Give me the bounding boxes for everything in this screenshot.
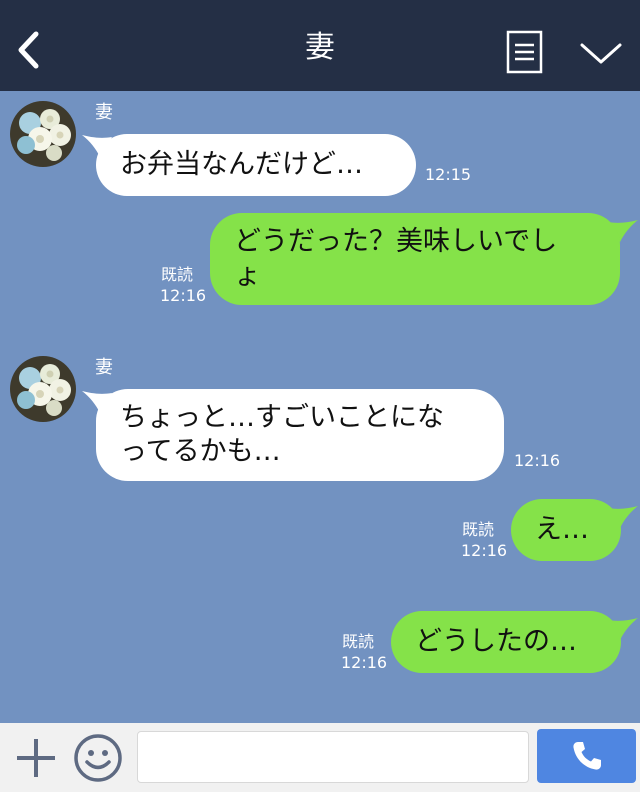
phone-icon — [573, 742, 601, 770]
sender-name: 妻 — [95, 357, 113, 378]
message-time: 12:15 — [425, 165, 472, 184]
chat-title: 妻 — [305, 30, 335, 65]
plus-icon — [17, 739, 55, 777]
message-time: 12:16 — [461, 541, 508, 560]
rose-bouquet-avatar-icon — [10, 101, 76, 167]
message-time: 12:16 — [514, 451, 561, 470]
chat-header: 妻 — [0, 0, 640, 91]
read-receipt: 既読 — [462, 520, 495, 539]
message-bubble-incoming[interactable]: ちょっと…すごいことにな ってるかも… — [96, 389, 504, 481]
chevron-down-icon — [580, 43, 622, 64]
menu-button[interactable] — [506, 30, 544, 74]
call-button[interactable] — [537, 729, 636, 783]
read-receipt: 既読 — [161, 265, 194, 284]
message-bubble-outgoing[interactable]: え… — [511, 499, 621, 561]
message-bubble-incoming[interactable]: お弁当なんだけど… — [96, 134, 416, 196]
message-bubble-outgoing[interactable]: どうしたの… — [391, 611, 621, 673]
message-time: 12:16 — [160, 286, 207, 305]
avatar[interactable] — [10, 101, 76, 167]
message-text: ちょっと…すごいことにな ってるかも… — [120, 402, 444, 467]
chat-area[interactable]: 妻 お弁当なんだけど… 12:15 どうだった？美味しいでし ょ 既読 12:1… — [0, 91, 640, 723]
rose-bouquet-avatar-icon — [10, 356, 76, 422]
add-button[interactable] — [14, 736, 58, 780]
avatar[interactable] — [10, 356, 76, 422]
message-input[interactable] — [137, 731, 529, 783]
message-text: どうしたの… — [415, 626, 577, 657]
message-text: え… — [535, 514, 589, 545]
message-time: 12:16 — [341, 653, 388, 672]
sender-name: 妻 — [95, 102, 113, 123]
read-receipt: 既読 — [342, 632, 375, 651]
message-text: お弁当なんだけど… — [120, 149, 363, 180]
message-text: どうだった？美味しいでし ょ — [234, 226, 558, 291]
message-bubble-outgoing[interactable]: どうだった？美味しいでし ょ — [210, 213, 620, 305]
input-bar — [0, 723, 640, 792]
emoji-button[interactable] — [73, 733, 123, 783]
smiley-icon — [74, 734, 122, 782]
menu-list-icon — [506, 30, 543, 74]
collapse-button[interactable] — [578, 36, 624, 70]
